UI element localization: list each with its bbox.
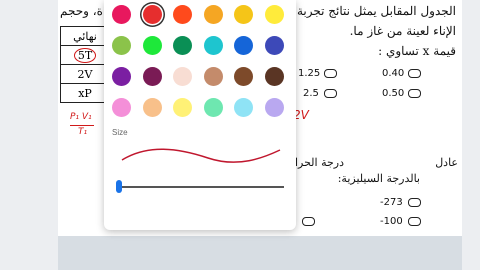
stroke-preview-curve xyxy=(121,148,281,163)
q2-option-b-radio[interactable] xyxy=(408,217,421,226)
circled-value: 5T xyxy=(73,47,97,63)
color-swatch[interactable] xyxy=(142,67,162,86)
color-swatch[interactable] xyxy=(203,5,223,24)
question-line-3: قيمة x تساوي : xyxy=(378,44,456,58)
color-swatch[interactable] xyxy=(173,5,192,24)
color-swatch[interactable] xyxy=(142,5,162,24)
question2-line1-tail: عادل xyxy=(435,156,458,169)
q2-option-a-radio[interactable] xyxy=(408,198,421,207)
color-swatch[interactable] xyxy=(264,5,284,24)
option-b-radio[interactable] xyxy=(324,69,337,78)
color-swatch[interactable] xyxy=(203,98,223,117)
size-slider-track[interactable] xyxy=(118,186,284,188)
color-swatch[interactable] xyxy=(264,67,284,86)
color-swatch[interactable] xyxy=(112,67,131,86)
table-cell-header: نهائي xyxy=(60,26,110,46)
color-swatch[interactable] xyxy=(173,36,192,55)
color-swatch[interactable] xyxy=(264,98,284,117)
option-c-value: 0.50 xyxy=(382,88,405,99)
left-margin xyxy=(0,0,58,270)
color-swatch[interactable] xyxy=(264,36,284,55)
question-line-2: الإناء لعينة من غاز ما. xyxy=(349,24,456,38)
color-swatch[interactable] xyxy=(142,36,162,55)
color-swatch[interactable] xyxy=(112,5,131,24)
q2-option-c-radio[interactable] xyxy=(302,217,315,226)
results-table: نهائي 5T 2V xP xyxy=(60,26,110,103)
option-d-value: 2.5 xyxy=(303,88,319,99)
color-swatch[interactable] xyxy=(173,98,192,117)
option-d-radio[interactable] xyxy=(324,89,337,98)
question-header-fragment: ة، وحجم xyxy=(60,4,103,18)
handwritten-fraction-bottom: T₁ xyxy=(78,127,88,137)
color-swatch[interactable] xyxy=(234,36,253,55)
option-a-radio[interactable] xyxy=(408,69,421,78)
option-a-value: 0.40 xyxy=(382,68,405,79)
color-picker-panel: Size xyxy=(104,0,296,230)
option-b-value: 1.25 xyxy=(298,68,321,79)
option-c-radio[interactable] xyxy=(408,89,421,98)
color-swatch[interactable] xyxy=(203,67,223,86)
color-swatch[interactable] xyxy=(234,67,253,86)
color-swatch[interactable] xyxy=(234,5,253,24)
color-swatch[interactable] xyxy=(112,98,131,117)
size-slider-thumb[interactable] xyxy=(116,180,122,193)
handwritten-fraction-top: P₁ V₁ xyxy=(70,112,92,122)
color-swatch[interactable] xyxy=(142,98,162,117)
color-swatch[interactable] xyxy=(173,67,192,86)
table-cell-pressure: xP xyxy=(60,83,110,103)
color-swatch[interactable] xyxy=(234,98,253,117)
table-cell-volume: 2V xyxy=(60,64,110,84)
right-margin xyxy=(462,0,480,270)
q2-option-a-value: -273 xyxy=(380,197,403,208)
question2-line2: بالدرجة السيليزية: xyxy=(337,172,420,185)
size-label: Size xyxy=(112,128,128,137)
stroke-preview xyxy=(121,148,281,163)
color-swatch[interactable] xyxy=(203,36,223,55)
color-swatch[interactable] xyxy=(112,36,131,55)
handwritten-fraction-bar xyxy=(70,125,94,126)
table-cell-temperature: 5T xyxy=(60,45,110,65)
q2-option-b-value: -100 xyxy=(380,216,403,227)
bottom-band xyxy=(58,236,462,270)
question-header-line: الجدول المقابل يمثل نتائج تجربة لـ xyxy=(285,4,456,18)
